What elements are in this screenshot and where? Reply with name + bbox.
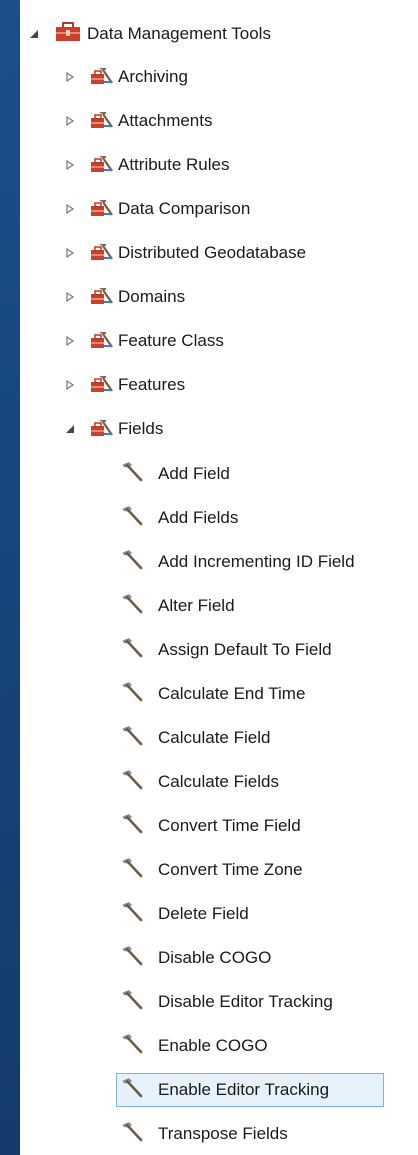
collapsed-arrow-icon[interactable] <box>64 71 76 83</box>
tool-label: Alter Field <box>158 596 235 615</box>
tool-label: Assign Default To Field <box>158 640 332 659</box>
tool-label: Add Field <box>158 464 230 483</box>
collapsed-arrow-icon[interactable] <box>64 247 76 259</box>
toolset-label: Feature Class <box>118 331 224 350</box>
tool-convert-time-zone[interactable]: Convert Time Zone <box>20 849 418 891</box>
tool-enable-cogo[interactable]: Enable COGO <box>20 1025 418 1067</box>
tool-enable-editor-tracking[interactable]: Enable Editor Tracking <box>20 1069 418 1111</box>
toolset-data-comparison[interactable]: Data Comparison <box>20 188 418 230</box>
tool-add-incrementing-id-field[interactable]: Add Incrementing ID Field <box>20 541 418 583</box>
hammer-icon <box>120 593 144 620</box>
toolset-distributed-geodatabase[interactable]: Distributed Geodatabase <box>20 232 418 274</box>
collapsed-arrow-icon[interactable] <box>64 335 76 347</box>
toolset-label: Attribute Rules <box>118 155 230 174</box>
toolbox-icon <box>55 21 81 47</box>
tool-label: Calculate Fields <box>158 772 279 791</box>
tool-label: Add Fields <box>158 508 239 527</box>
collapsed-arrow-icon[interactable] <box>64 203 76 215</box>
tool-label: Enable Editor Tracking <box>158 1080 330 1099</box>
hammer-icon <box>120 505 144 532</box>
tool-calculate-fields[interactable]: Calculate Fields <box>20 761 418 803</box>
toolset-icon <box>90 241 114 266</box>
tool-label: Add Incrementing ID Field <box>158 552 355 571</box>
toolset-features[interactable]: Features <box>20 364 418 406</box>
toolset-icon <box>90 65 114 90</box>
tool-label: Enable COGO <box>158 1036 268 1055</box>
hammer-icon <box>120 637 144 664</box>
tool-label: Calculate Field <box>158 728 271 747</box>
toolset-attachments[interactable]: Attachments <box>20 100 418 142</box>
hammer-icon <box>120 1033 144 1060</box>
tool-convert-time-field[interactable]: Convert Time Field <box>20 805 418 847</box>
toolset-fields[interactable]: Fields <box>20 408 418 450</box>
hammer-icon <box>120 769 144 796</box>
hammer-icon <box>120 989 144 1016</box>
hammer-icon <box>120 813 144 840</box>
tool-label: Disable COGO <box>158 948 272 967</box>
tool-delete-field[interactable]: Delete Field <box>20 893 418 935</box>
tool-transpose-fields[interactable]: Transpose Fields <box>20 1113 418 1155</box>
toolbox-tree-panel: Data Management Tools Archiving Attachme… <box>20 0 418 1155</box>
tree-item-label: Data Management Tools <box>87 24 271 43</box>
hammer-icon <box>120 461 144 488</box>
hammer-icon <box>120 1121 144 1148</box>
toolset-label: Distributed Geodatabase <box>118 243 307 262</box>
toolset-icon <box>90 109 114 134</box>
toolset-icon <box>90 329 114 354</box>
tool-alter-field[interactable]: Alter Field <box>20 585 418 627</box>
tool-label: Calculate End Time <box>158 684 306 703</box>
toolset-icon <box>90 373 114 398</box>
toolset-label: Attachments <box>118 111 213 130</box>
tool-calculate-end-time[interactable]: Calculate End Time <box>20 673 418 715</box>
collapsed-arrow-icon[interactable] <box>64 379 76 391</box>
toolset-label: Archiving <box>118 67 188 86</box>
toolset-domains[interactable]: Domains <box>20 276 418 318</box>
toolset-label: Features <box>118 375 186 394</box>
tool-assign-default-to-field[interactable]: Assign Default To Field <box>20 629 418 671</box>
expanded-arrow-icon[interactable] <box>64 423 76 435</box>
tool-label: Convert Time Zone <box>158 860 303 879</box>
toolset-icon <box>90 197 114 222</box>
tool-label: Disable Editor Tracking <box>158 992 333 1011</box>
toolset-icon <box>90 285 114 310</box>
toolset-icon <box>90 417 114 442</box>
hammer-icon <box>120 945 144 972</box>
toolset-archiving[interactable]: Archiving <box>20 56 418 98</box>
tool-label: Transpose Fields <box>158 1124 288 1143</box>
hammer-icon <box>120 857 144 884</box>
tree-item-data-management-tools[interactable]: Data Management Tools <box>20 13 418 55</box>
tool-add-fields[interactable]: Add Fields <box>20 497 418 539</box>
toolset-label: Domains <box>118 287 186 306</box>
expanded-arrow-icon[interactable] <box>28 28 40 40</box>
collapsed-arrow-icon[interactable] <box>64 115 76 127</box>
collapsed-arrow-icon[interactable] <box>64 159 76 171</box>
tool-disable-editor-tracking[interactable]: Disable Editor Tracking <box>20 981 418 1023</box>
toolset-icon <box>90 153 114 178</box>
toolset-label: Data Comparison <box>118 199 251 218</box>
hammer-icon <box>120 901 144 928</box>
collapsed-arrow-icon[interactable] <box>64 291 76 303</box>
tool-calculate-field[interactable]: Calculate Field <box>20 717 418 759</box>
hammer-icon <box>120 725 144 752</box>
tool-disable-cogo[interactable]: Disable COGO <box>20 937 418 979</box>
toolset-feature-class[interactable]: Feature Class <box>20 320 418 362</box>
tool-label: Convert Time Field <box>158 816 301 835</box>
hammer-icon <box>120 549 144 576</box>
hammer-icon <box>120 681 144 708</box>
tool-label: Delete Field <box>158 904 249 923</box>
toolset-label: Fields <box>118 419 164 438</box>
tool-add-field[interactable]: Add Field <box>20 453 418 495</box>
toolset-attribute-rules[interactable]: Attribute Rules <box>20 144 418 186</box>
hammer-icon <box>120 1077 144 1104</box>
